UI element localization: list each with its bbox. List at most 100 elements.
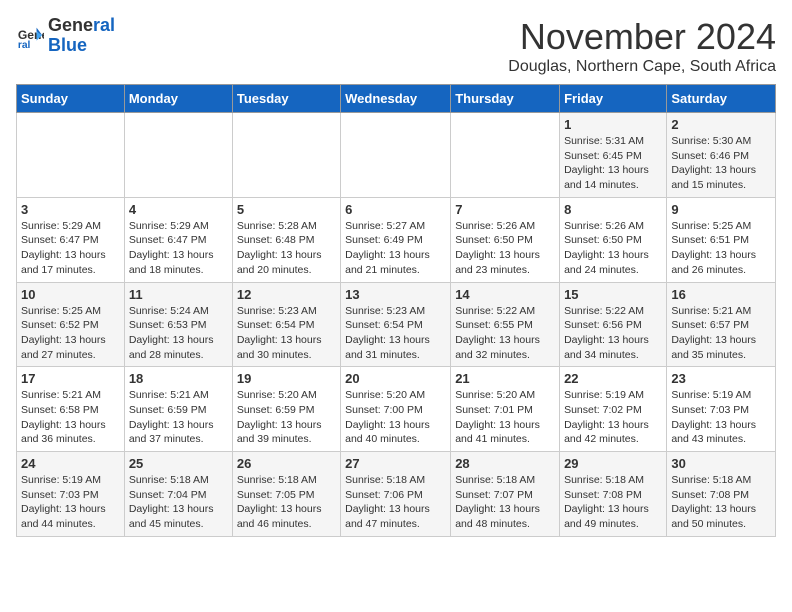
day-number: 26	[237, 456, 336, 471]
week-row-4: 24 Sunrise: 5:19 AM Sunset: 7:03 PM Dayli…	[17, 452, 776, 537]
day-info: Sunrise: 5:21 AM Sunset: 6:59 PM Dayligh…	[129, 388, 228, 447]
day-number: 18	[129, 371, 228, 386]
day-info: Sunrise: 5:22 AM Sunset: 6:56 PM Dayligh…	[564, 304, 662, 363]
month-title: November 2024	[508, 16, 776, 58]
header-monday: Monday	[124, 85, 232, 113]
day-info: Sunrise: 5:24 AM Sunset: 6:53 PM Dayligh…	[129, 304, 228, 363]
day-number: 24	[21, 456, 120, 471]
logo: Gene ral General Blue	[16, 16, 115, 56]
day-number: 14	[455, 287, 555, 302]
day-cell-26: 22 Sunrise: 5:19 AM Sunset: 7:02 PM Dayli…	[560, 367, 667, 452]
day-number: 6	[345, 202, 446, 217]
logo-icon: Gene ral	[16, 22, 44, 50]
day-info: Sunrise: 5:21 AM Sunset: 6:57 PM Dayligh…	[671, 304, 771, 363]
day-cell-11: 7 Sunrise: 5:26 AM Sunset: 6:50 PM Daylig…	[451, 197, 560, 282]
day-number: 20	[345, 371, 446, 386]
day-info: Sunrise: 5:25 AM Sunset: 6:51 PM Dayligh…	[671, 219, 771, 278]
header-tuesday: Tuesday	[232, 85, 340, 113]
day-number: 2	[671, 117, 771, 132]
day-number: 22	[564, 371, 662, 386]
day-info: Sunrise: 5:29 AM Sunset: 6:47 PM Dayligh…	[21, 219, 120, 278]
day-info: Sunrise: 5:30 AM Sunset: 6:46 PM Dayligh…	[671, 134, 771, 193]
day-info: Sunrise: 5:19 AM Sunset: 7:02 PM Dayligh…	[564, 388, 662, 447]
day-cell-28: 24 Sunrise: 5:19 AM Sunset: 7:03 PM Dayli…	[17, 452, 125, 537]
day-cell-34: 30 Sunrise: 5:18 AM Sunset: 7:08 PM Dayli…	[667, 452, 776, 537]
day-number: 30	[671, 456, 771, 471]
day-cell-29: 25Sunrise: 5:18 AM Sunset: 7:04 PM Dayli…	[124, 452, 232, 537]
day-cell-33: 29 Sunrise: 5:18 AM Sunset: 7:08 PM Dayli…	[560, 452, 667, 537]
header-saturday: Saturday	[667, 85, 776, 113]
day-number: 9	[671, 202, 771, 217]
day-info: Sunrise: 5:20 AM Sunset: 7:01 PM Dayligh…	[455, 388, 555, 447]
day-cell-32: 28Sunrise: 5:18 AM Sunset: 7:07 PM Dayli…	[451, 452, 560, 537]
day-cell-8: 4 Sunrise: 5:29 AM Sunset: 6:47 PM Daylig…	[124, 197, 232, 282]
day-number: 23	[671, 371, 771, 386]
day-cell-31: 27Sunrise: 5:18 AM Sunset: 7:06 PM Dayli…	[341, 452, 451, 537]
day-info: Sunrise: 5:23 AM Sunset: 6:54 PM Dayligh…	[237, 304, 336, 363]
day-number: 10	[21, 287, 120, 302]
day-cell-14: 10 Sunrise: 5:25 AM Sunset: 6:52 PM Dayli…	[17, 282, 125, 367]
title-area: November 2024 Douglas, Northern Cape, So…	[508, 16, 776, 76]
day-number: 29	[564, 456, 662, 471]
day-cell-19: 15 Sunrise: 5:22 AM Sunset: 6:56 PM Dayli…	[560, 282, 667, 367]
header-wednesday: Wednesday	[341, 85, 451, 113]
week-row-1: 3Sunrise: 5:29 AM Sunset: 6:47 PM Daylig…	[17, 197, 776, 282]
day-number: 8	[564, 202, 662, 217]
day-number: 13	[345, 287, 446, 302]
day-info: Sunrise: 5:25 AM Sunset: 6:52 PM Dayligh…	[21, 304, 120, 363]
day-number: 5	[237, 202, 336, 217]
day-info: Sunrise: 5:18 AM Sunset: 7:05 PM Dayligh…	[237, 473, 336, 532]
day-number: 21	[455, 371, 555, 386]
day-info: Sunrise: 5:19 AM Sunset: 7:03 PM Dayligh…	[21, 473, 120, 532]
day-cell-4	[451, 113, 560, 198]
day-info: Sunrise: 5:18 AM Sunset: 7:08 PM Dayligh…	[564, 473, 662, 532]
day-cell-17: 13 Sunrise: 5:23 AM Sunset: 6:54 PM Dayli…	[341, 282, 451, 367]
day-cell-7: 3Sunrise: 5:29 AM Sunset: 6:47 PM Daylig…	[17, 197, 125, 282]
day-number: 11	[129, 287, 228, 302]
week-row-0: 1Sunrise: 5:31 AM Sunset: 6:45 PM Daylig…	[17, 113, 776, 198]
week-row-3: 17Sunrise: 5:21 AM Sunset: 6:58 PM Dayli…	[17, 367, 776, 452]
day-info: Sunrise: 5:22 AM Sunset: 6:55 PM Dayligh…	[455, 304, 555, 363]
day-number: 19	[237, 371, 336, 386]
day-cell-30: 26 Sunrise: 5:18 AM Sunset: 7:05 PM Dayli…	[232, 452, 340, 537]
day-cell-18: 14 Sunrise: 5:22 AM Sunset: 6:55 PM Dayli…	[451, 282, 560, 367]
day-number: 15	[564, 287, 662, 302]
day-cell-10: 6Sunrise: 5:27 AM Sunset: 6:49 PM Daylig…	[341, 197, 451, 282]
day-info: Sunrise: 5:18 AM Sunset: 7:08 PM Dayligh…	[671, 473, 771, 532]
day-cell-21: 17Sunrise: 5:21 AM Sunset: 6:58 PM Dayli…	[17, 367, 125, 452]
day-cell-22: 18 Sunrise: 5:21 AM Sunset: 6:59 PM Dayli…	[124, 367, 232, 452]
day-cell-24: 20 Sunrise: 5:20 AM Sunset: 7:00 PM Dayli…	[341, 367, 451, 452]
day-cell-2	[232, 113, 340, 198]
header-sunday: Sunday	[17, 85, 125, 113]
day-cell-15: 11 Sunrise: 5:24 AM Sunset: 6:53 PM Dayli…	[124, 282, 232, 367]
location-title: Douglas, Northern Cape, South Africa	[508, 58, 776, 76]
day-info: Sunrise: 5:26 AM Sunset: 6:50 PM Dayligh…	[455, 219, 555, 278]
day-info: Sunrise: 5:29 AM Sunset: 6:47 PM Dayligh…	[129, 219, 228, 278]
day-info: Sunrise: 5:31 AM Sunset: 6:45 PM Dayligh…	[564, 134, 662, 193]
day-cell-27: 23Sunrise: 5:19 AM Sunset: 7:03 PM Dayli…	[667, 367, 776, 452]
svg-text:ral: ral	[18, 40, 31, 50]
day-cell-0	[17, 113, 125, 198]
day-info: Sunrise: 5:23 AM Sunset: 6:54 PM Dayligh…	[345, 304, 446, 363]
day-number: 17	[21, 371, 120, 386]
day-cell-1	[124, 113, 232, 198]
day-cell-9: 5Sunrise: 5:28 AM Sunset: 6:48 PM Daylig…	[232, 197, 340, 282]
day-cell-25: 21 Sunrise: 5:20 AM Sunset: 7:01 PM Dayli…	[451, 367, 560, 452]
day-cell-20: 16Sunrise: 5:21 AM Sunset: 6:57 PM Dayli…	[667, 282, 776, 367]
day-info: Sunrise: 5:20 AM Sunset: 7:00 PM Dayligh…	[345, 388, 446, 447]
header: Gene ral General Blue November 2024 Doug…	[16, 16, 776, 76]
day-number: 4	[129, 202, 228, 217]
day-cell-16: 12 Sunrise: 5:23 AM Sunset: 6:54 PM Dayli…	[232, 282, 340, 367]
day-number: 25	[129, 456, 228, 471]
day-info: Sunrise: 5:18 AM Sunset: 7:06 PM Dayligh…	[345, 473, 446, 532]
day-number: 12	[237, 287, 336, 302]
day-cell-13: 9 Sunrise: 5:25 AM Sunset: 6:51 PM Daylig…	[667, 197, 776, 282]
day-cell-12: 8Sunrise: 5:26 AM Sunset: 6:50 PM Daylig…	[560, 197, 667, 282]
calendar-header-row: SundayMondayTuesdayWednesdayThursdayFrid…	[17, 85, 776, 113]
calendar-table: SundayMondayTuesdayWednesdayThursdayFrid…	[16, 84, 776, 537]
day-number: 7	[455, 202, 555, 217]
day-cell-5: 1Sunrise: 5:31 AM Sunset: 6:45 PM Daylig…	[560, 113, 667, 198]
day-cell-6: 2 Sunrise: 5:30 AM Sunset: 6:46 PM Daylig…	[667, 113, 776, 198]
week-row-2: 10 Sunrise: 5:25 AM Sunset: 6:52 PM Dayli…	[17, 282, 776, 367]
day-cell-23: 19Sunrise: 5:20 AM Sunset: 6:59 PM Dayli…	[232, 367, 340, 452]
